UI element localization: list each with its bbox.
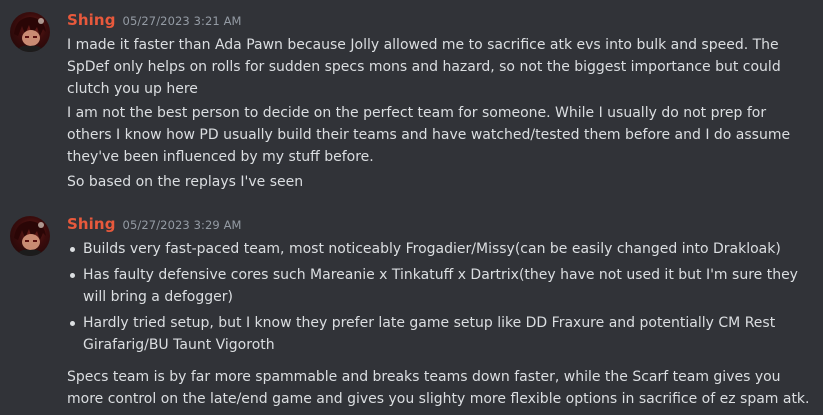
message-header: Shing 05/27/2023 3:29 AM <box>67 214 242 234</box>
message-header: Shing 05/27/2023 3:21 AM <box>67 10 242 30</box>
avatar-image <box>14 17 46 52</box>
timestamp[interactable]: 05/27/2023 3:29 AM <box>123 218 242 232</box>
avatar[interactable] <box>10 216 50 256</box>
avatar[interactable] <box>10 12 50 52</box>
bullet-list: Builds very fast-paced team, most notice… <box>67 238 812 360</box>
message-text: I am not the best person to decide on th… <box>67 105 791 165</box>
list-item-text: Has faulty defensive cores such Mareanie… <box>83 267 798 305</box>
message-text: Specs team is by far more spammable and … <box>67 369 810 407</box>
username[interactable]: Shing <box>67 11 116 29</box>
bullet-icon <box>70 247 75 252</box>
list-item: Builds very fast-paced team, most notice… <box>67 238 812 260</box>
list-item: Has faulty defensive cores such Mareanie… <box>67 264 812 308</box>
message-text: So based on the replays I've seen <box>67 174 304 190</box>
list-item: Hardly tried setup, but I know they pref… <box>67 312 812 356</box>
list-item-text: Hardly tried setup, but I know they pref… <box>83 315 776 353</box>
avatar-image <box>14 221 46 256</box>
list-item-text: Builds very fast-paced team, most notice… <box>83 241 781 257</box>
username[interactable]: Shing <box>67 215 116 233</box>
bullet-icon <box>70 273 75 278</box>
message-text: I made it faster than Ada Pawn because J… <box>67 37 781 97</box>
timestamp[interactable]: 05/27/2023 3:21 AM <box>123 14 242 28</box>
bullet-icon <box>70 321 75 326</box>
